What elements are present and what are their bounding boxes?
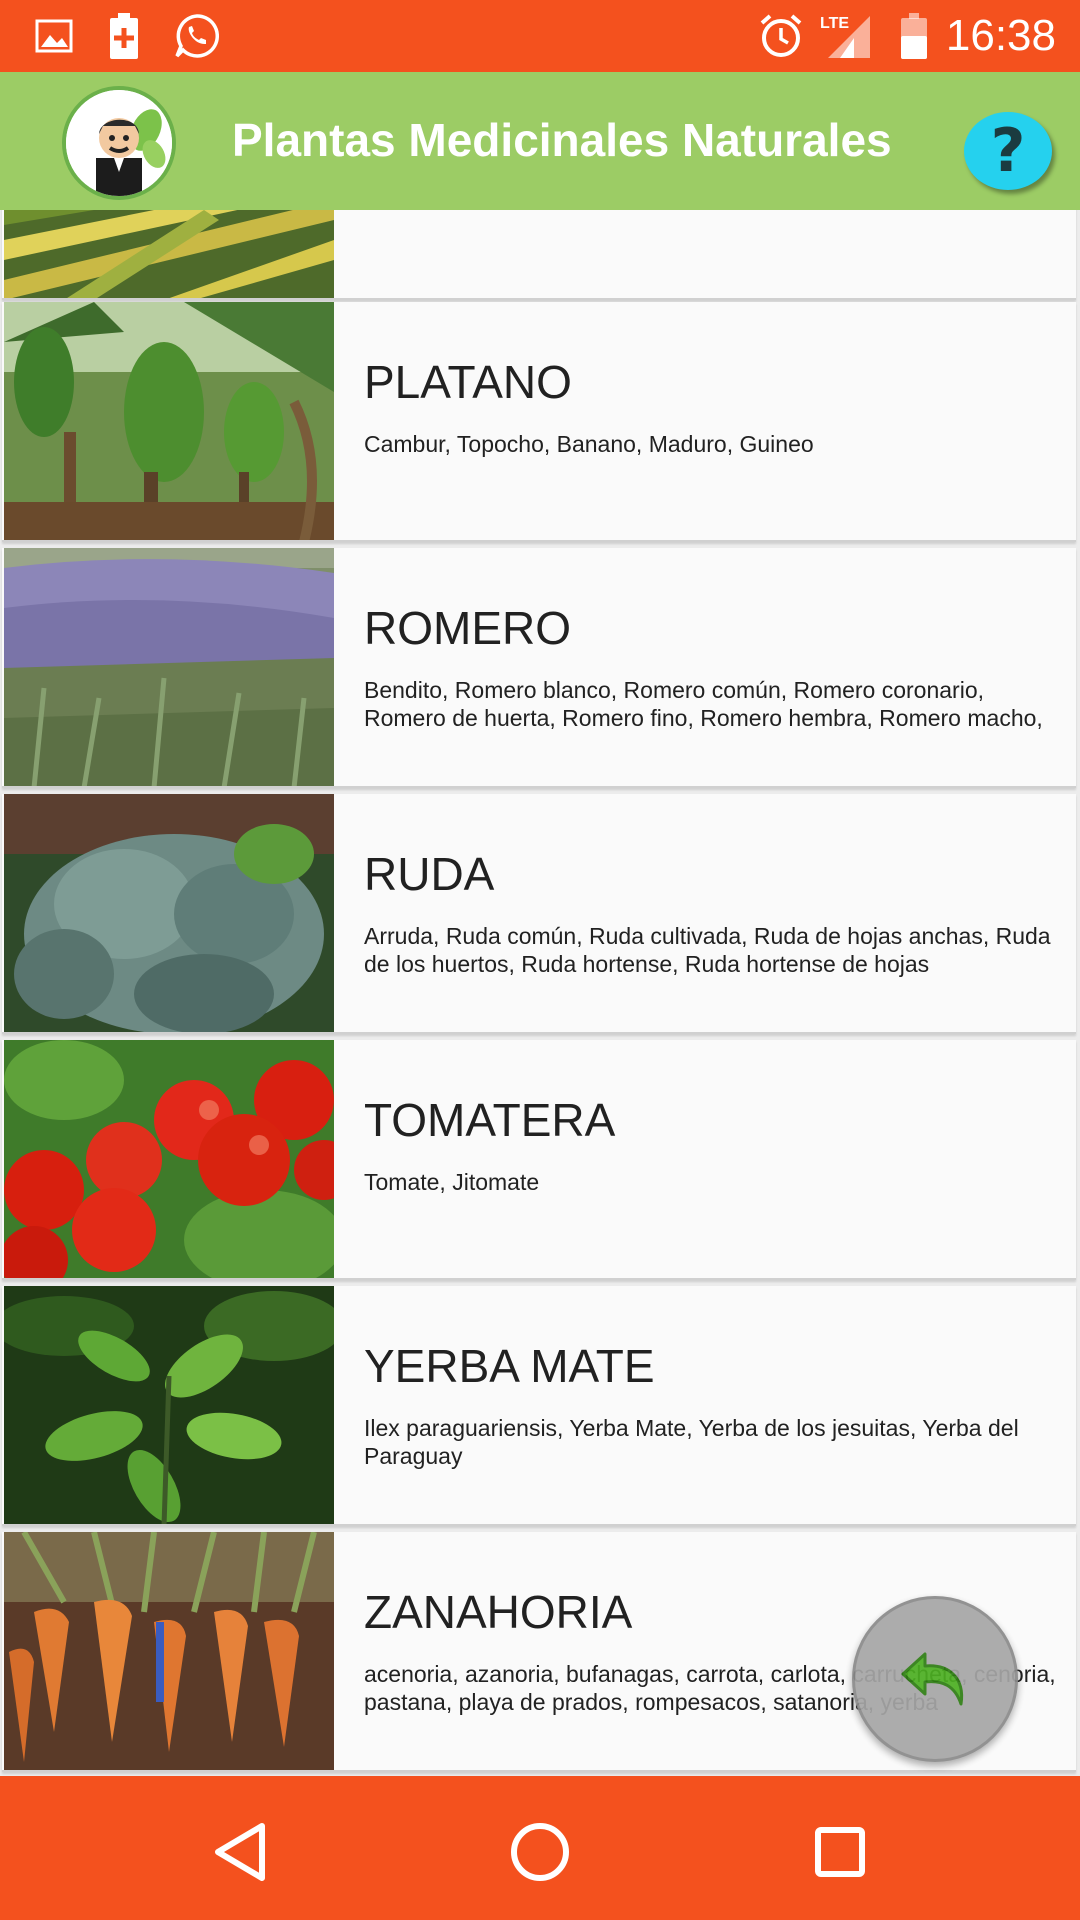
- plant-card-platano[interactable]: PLATANO Cambur, Topocho, Banano, Maduro,…: [2, 302, 1076, 542]
- tomato-plant-image: [4, 1040, 334, 1278]
- battery-plus-icon: [108, 12, 140, 60]
- back-fab-button[interactable]: [852, 1596, 1018, 1762]
- yucca-leaves-image: [4, 210, 334, 298]
- help-question-icon: ?: [990, 116, 1026, 186]
- plant-card-ruda[interactable]: RUDA Arruda, Ruda común, Ruda cultivada,…: [2, 794, 1076, 1034]
- plant-name: YERBA MATE: [364, 1340, 655, 1392]
- plant-description: Bendito, Romero blanco, Romero común, Ro…: [364, 677, 1043, 731]
- yerba-mate-leaves-image: [4, 1286, 334, 1524]
- plant-description: Arruda, Ruda común, Ruda cultivada, Ruda…: [364, 923, 1051, 977]
- plant-list[interactable]: PLATANO Cambur, Topocho, Banano, Maduro,…: [0, 210, 1080, 1776]
- plant-name: TOMATERA: [364, 1094, 616, 1146]
- alarm-icon: [758, 12, 804, 60]
- banana-tree-image: [4, 302, 334, 540]
- plant-card-tomatera[interactable]: TOMATERA Tomate, Jitomate: [2, 1040, 1076, 1280]
- plant-name: ROMERO: [364, 602, 571, 654]
- app-logo-avatar[interactable]: [62, 86, 176, 200]
- plant-description: Ilex paraguariensis, Yerba Mate, Yerba d…: [364, 1415, 1019, 1469]
- navigation-bar: [0, 1776, 1080, 1920]
- plant-name: PLATANO: [364, 356, 572, 408]
- plant-description: Tomate, Jitomate: [364, 1169, 540, 1195]
- image-icon: [34, 12, 74, 60]
- recents-square-icon[interactable]: [800, 1812, 880, 1892]
- whatsapp-icon: [172, 12, 222, 60]
- signal-icon: LTE: [820, 12, 876, 60]
- plant-card-romero[interactable]: ROMERO Bendito, Romero blanco, Romero co…: [2, 548, 1076, 788]
- rue-plant-image: [4, 794, 334, 1032]
- carrots-image: [4, 1532, 334, 1770]
- status-bar: LTE 16:38: [0, 0, 1080, 72]
- app-title: Plantas Medicinales Naturales: [232, 114, 892, 166]
- app-bar: Plantas Medicinales Naturales ?: [0, 72, 1080, 210]
- clock-time: 16:38: [945, 11, 1056, 60]
- plant-name: RUDA: [364, 848, 495, 900]
- plant-name: ZANAHORIA: [364, 1586, 633, 1638]
- help-button[interactable]: ?: [964, 112, 1052, 190]
- plant-card-yerba-mate[interactable]: YERBA MATE Ilex paraguariensis, Yerba Ma…: [2, 1286, 1076, 1526]
- undo-arrow-icon: [901, 1652, 964, 1706]
- battery-icon: [898, 12, 930, 60]
- home-circle-icon[interactable]: [500, 1812, 580, 1892]
- rosemary-bush-image: [4, 548, 334, 786]
- plant-description: Cambur, Topocho, Banano, Maduro, Guineo: [364, 431, 814, 457]
- svg-text:LTE: LTE: [820, 15, 849, 32]
- plant-card[interactable]: [2, 210, 1076, 300]
- back-triangle-icon[interactable]: [200, 1812, 280, 1892]
